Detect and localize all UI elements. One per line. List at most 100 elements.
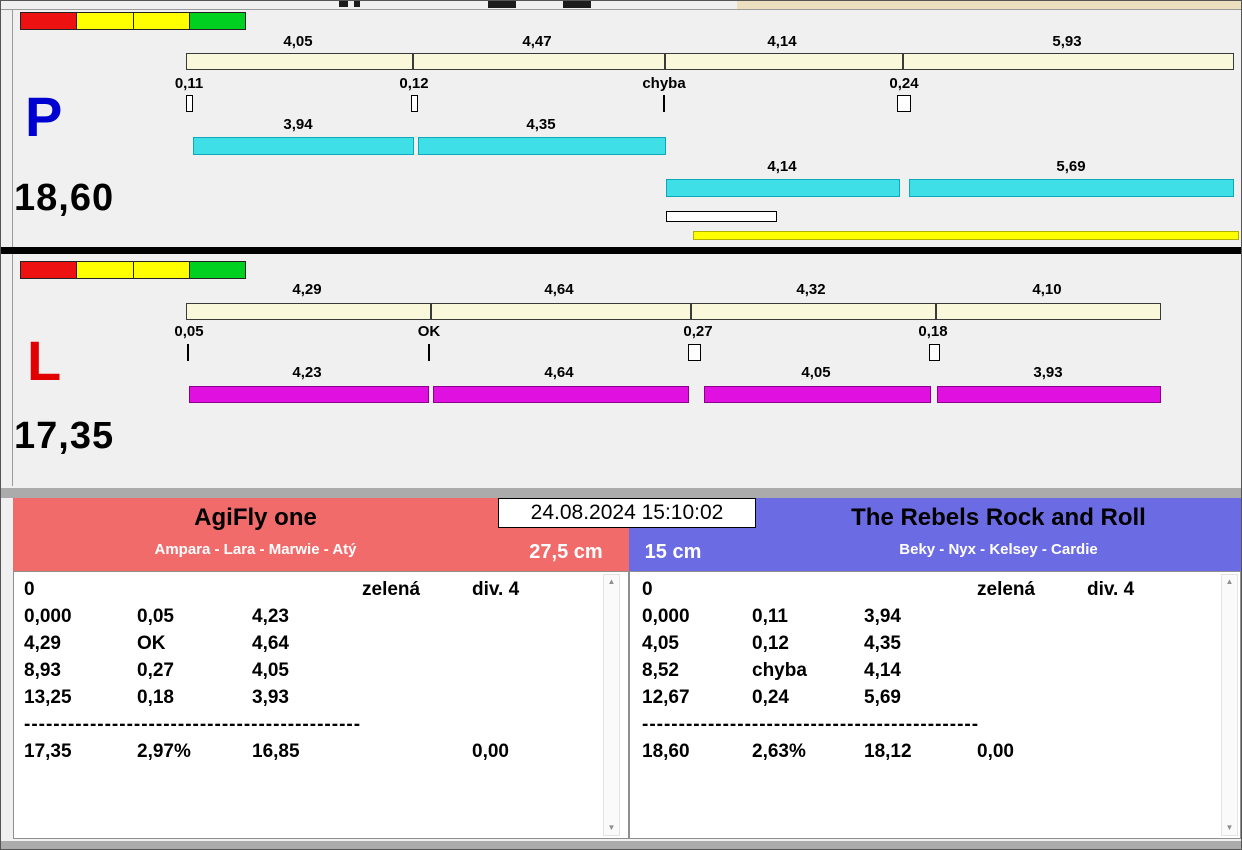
- desktop-window-fragment: [488, 1, 516, 8]
- segment-time-label: 4,29: [292, 281, 322, 298]
- segment-scale-bar-l: [186, 303, 1161, 320]
- team-right-members: Beky - Nyx - Kelsey - Cardie: [899, 541, 1098, 558]
- course-letter-p: P: [25, 85, 63, 148]
- cell-cumulative: 8,93: [24, 660, 61, 681]
- run-bar-label: 3,94: [283, 116, 313, 133]
- strip-yellow-segment: [133, 262, 190, 278]
- run-time-bar: [433, 386, 689, 403]
- total-penalty: 0,00: [977, 741, 1014, 762]
- highlight-bar: [693, 231, 1239, 240]
- run-bar-label: 4,14: [767, 158, 797, 175]
- total-time: 18,60: [642, 741, 690, 762]
- strip-red-segment: [21, 262, 78, 278]
- segment-scale-bar-p: [186, 53, 1234, 70]
- cell-split: 4,05: [252, 660, 289, 681]
- cell-cumulative: 0,000: [642, 606, 690, 627]
- gate-result-label: 0,11: [174, 75, 204, 92]
- course-letter-l: L: [27, 329, 62, 392]
- team-left-members: Ampara - Lara - Marwie - Atý: [154, 541, 357, 558]
- gate-marker: [428, 344, 430, 361]
- desktop-window-fragment: [563, 1, 591, 8]
- team-right-category: 15 cm: [644, 541, 702, 563]
- run-time-bar: [189, 386, 429, 403]
- run-time-bar: [418, 137, 666, 155]
- cell-split: 4,64: [252, 633, 289, 654]
- bottom-status-bar: [1, 841, 1241, 849]
- division-label: div. 4: [1087, 579, 1135, 600]
- strip-yellow-segment: [133, 13, 190, 29]
- status-strip-l: [20, 261, 246, 279]
- result-table-right: 0 zelená div. 4 0,000 0,11 3,94 4,05 0,1…: [629, 571, 1241, 839]
- division-label: div. 4: [472, 579, 520, 600]
- run-bar-label: 3,93: [1033, 364, 1063, 381]
- gate-result-label: 0,12: [399, 75, 429, 92]
- total-time: 17,35: [24, 741, 72, 762]
- total-clean-time: 16,85: [252, 741, 300, 762]
- cell-change: 0,11: [752, 606, 788, 627]
- cell-cumulative: 0,000: [24, 606, 72, 627]
- run-time-bar: [193, 137, 414, 155]
- gate-marker: [663, 95, 665, 112]
- cell-cumulative: 4,05: [642, 633, 679, 654]
- cell-cumulative: 4,29: [24, 633, 61, 654]
- segment-time-label: 4,64: [544, 281, 574, 298]
- scroll-up-icon[interactable]: ▲: [1222, 577, 1237, 587]
- segment-time-label: 4,14: [767, 33, 797, 50]
- cell-split: 4,14: [864, 660, 901, 681]
- gate-result-label: OK: [417, 323, 441, 340]
- progress-marker-box: [666, 211, 777, 222]
- section-separator: [1, 488, 1241, 498]
- scroll-up-icon[interactable]: ▲: [604, 577, 619, 587]
- cell-change: 0,27: [137, 660, 174, 681]
- scroll-down-icon[interactable]: ▼: [1222, 823, 1237, 833]
- timestamp-box: 24.08.2024 15:10:02: [498, 498, 756, 528]
- table-scrollbar[interactable]: ▲ ▼: [603, 574, 620, 836]
- cell-cumulative: 13,25: [24, 687, 72, 708]
- segment-time-label: 4,47: [522, 33, 552, 50]
- cell-change: 0,12: [752, 633, 789, 654]
- gate-result-label: 0,24: [889, 75, 919, 92]
- fault-count: 0: [24, 579, 35, 600]
- cell-split: 3,94: [864, 606, 901, 627]
- segment-divider: [430, 303, 432, 320]
- gate-marker: [688, 344, 701, 361]
- run-bar-label: 4,35: [526, 116, 556, 133]
- total-percent: 2,97%: [137, 741, 191, 762]
- run-time-bar: [666, 179, 900, 197]
- agility-timer-window: 4,05 4,47 4,14 5,93 0,11 0,12 chyba 0,24…: [0, 0, 1242, 850]
- segment-time-label: 4,10: [1032, 281, 1062, 298]
- gate-marker: [897, 95, 911, 112]
- gate-result-label: chyba: [642, 75, 686, 92]
- cell-change: chyba: [752, 660, 807, 681]
- cell-cumulative: 8,52: [642, 660, 679, 681]
- desktop-window-fragment: [339, 1, 348, 7]
- segment-time-label: 5,93: [1052, 33, 1082, 50]
- gate-result-label: 0,05: [174, 323, 204, 340]
- fault-count: 0: [642, 579, 653, 600]
- total-percent: 2,63%: [752, 741, 806, 762]
- gate-marker: [187, 344, 189, 361]
- gate-marker: [929, 344, 940, 361]
- total-clean-time: 18,12: [864, 741, 912, 762]
- desktop-window-fragment: [354, 1, 360, 7]
- cell-change: 0,18: [137, 687, 174, 708]
- gate-result-label: 0,27: [683, 323, 713, 340]
- gate-marker: [186, 95, 193, 112]
- segment-divider: [690, 303, 692, 320]
- run-time-bar: [909, 179, 1234, 197]
- status-strip-p: [20, 12, 246, 30]
- strip-green-segment: [189, 262, 245, 278]
- desktop-background-strip: [737, 1, 1241, 9]
- course-color: zelená: [362, 579, 421, 600]
- cell-split: 4,23: [252, 606, 289, 627]
- cell-change: OK: [137, 633, 166, 654]
- cell-split: 4,35: [864, 633, 901, 654]
- gate-result-label: 0,18: [918, 323, 948, 340]
- cell-split: 3,93: [252, 687, 289, 708]
- table-separator: ----------------------------------------…: [24, 714, 362, 735]
- window-frame-line: [1, 9, 1241, 10]
- segment-divider: [935, 303, 937, 320]
- scroll-down-icon[interactable]: ▼: [604, 823, 619, 833]
- segment-divider: [664, 53, 666, 70]
- table-scrollbar[interactable]: ▲ ▼: [1221, 574, 1238, 836]
